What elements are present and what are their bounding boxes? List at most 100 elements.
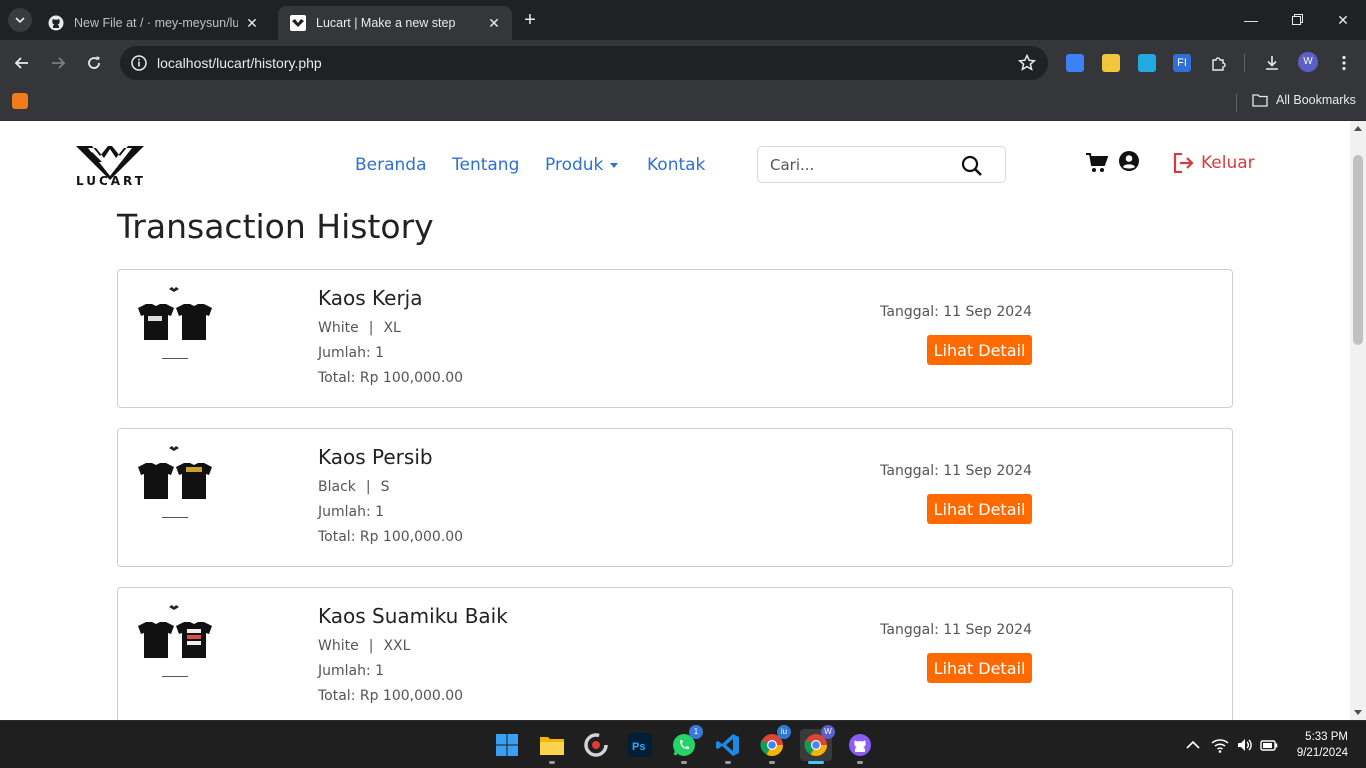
user-account-icon[interactable] — [1119, 151, 1139, 171]
site-info-icon[interactable] — [130, 54, 148, 72]
nav-kontak[interactable]: Kontak — [647, 155, 705, 175]
view-detail-button[interactable]: Lihat Detail — [927, 335, 1032, 365]
github-desktop-icon[interactable] — [844, 729, 876, 764]
xampp-bookmark-icon[interactable] — [12, 93, 28, 109]
running-indicator — [857, 761, 863, 764]
minimize-button[interactable]: — — [1236, 8, 1266, 32]
site-header: LUCART Beranda Tentang Produk Kontak Kel… — [0, 121, 1350, 207]
download-icon[interactable] — [1263, 54, 1281, 72]
close-window-button[interactable]: ✕ — [1328, 8, 1358, 32]
product-quantity: Jumlah: 1 — [318, 504, 385, 520]
bookmarks-bar: All Bookmarks — [0, 86, 1366, 121]
product-total: Total: Rp 100,000.00 — [318, 529, 464, 545]
search-icon[interactable] — [961, 155, 983, 177]
extension-docs-icon[interactable] — [1066, 54, 1084, 72]
bookmark-star-icon[interactable] — [1018, 54, 1036, 72]
view-detail-button[interactable]: Lihat Detail — [927, 494, 1032, 524]
scroll-up-arrow-icon[interactable] — [1354, 126, 1362, 131]
product-total: Total: Rp 100,000.00 — [318, 688, 464, 704]
product-name: Kaos Suamiku Baik — [318, 604, 508, 628]
restore-button[interactable] — [1282, 8, 1312, 32]
whatsapp-icon[interactable]: 1 — [668, 725, 703, 764]
transaction-card: Kaos Persib Black | S Jumlah: 1 Total: Rp … — [117, 428, 1233, 567]
github-icon — [48, 15, 64, 31]
product-quantity: Jumlah: 1 — [318, 663, 385, 679]
system-clock[interactable]: 5:33 PM 9/21/2024 — [1297, 729, 1348, 761]
restore-icon — [1291, 14, 1303, 25]
profile-badge: W — [821, 725, 835, 739]
product-size: S — [380, 479, 390, 495]
logout-button[interactable]: Keluar — [1173, 153, 1255, 173]
transaction-date: Tanggal: 11 Sep 2024 — [880, 463, 1032, 479]
folder-icon — [1252, 94, 1268, 107]
volume-icon[interactable] — [1236, 736, 1254, 754]
search-input[interactable] — [770, 155, 950, 175]
clock-time: 5:33 PM — [1305, 731, 1348, 743]
cart-icon[interactable] — [1086, 153, 1108, 173]
ccleaner-icon[interactable] — [580, 729, 612, 761]
all-bookmarks-label: All Bookmarks — [1276, 93, 1356, 107]
nav-tentang[interactable]: Tentang — [452, 155, 519, 175]
reload-icon — [88, 56, 100, 69]
caret-down-icon — [610, 162, 619, 168]
close-tab-icon[interactable]: ✕ — [486, 15, 502, 31]
back-button[interactable] — [10, 51, 34, 75]
nav-beranda[interactable]: Beranda — [355, 155, 427, 175]
variant-separator: | — [368, 638, 374, 654]
extension-fi-icon[interactable]: FI — [1173, 54, 1191, 72]
vscode-icon[interactable] — [712, 729, 744, 764]
variant-separator: | — [365, 479, 371, 495]
running-indicator — [725, 761, 731, 764]
transaction-date: Tanggal: 11 Sep 2024 — [880, 304, 1032, 320]
new-tab-button[interactable]: + — [518, 9, 542, 33]
running-indicator — [549, 761, 555, 764]
page-scrollbar[interactable] — [1350, 121, 1366, 720]
extensions-puzzle-icon[interactable] — [1210, 54, 1228, 72]
transaction-card: Kaos Suamiku Baik White | XXL Jumlah: 1 To… — [117, 587, 1233, 720]
nav-produk[interactable]: Produk — [545, 155, 619, 175]
close-tab-icon[interactable]: ✕ — [244, 15, 260, 31]
all-bookmarks-button[interactable]: All Bookmarks — [1252, 93, 1356, 107]
reload-button[interactable] — [82, 51, 106, 75]
windows-taskbar: Ps 1 iu W 5:33 PM 9/21/2024 — [0, 720, 1366, 768]
profile-avatar[interactable]: W — [1298, 52, 1318, 72]
variant-separator: | — [368, 320, 374, 336]
chevron-up-icon[interactable] — [1184, 736, 1202, 754]
address-bar[interactable]: localhost/lucart/history.php — [120, 46, 1048, 80]
toolbar-divider — [1244, 54, 1245, 72]
product-size: XL — [383, 320, 401, 336]
view-detail-button[interactable]: Lihat Detail — [927, 653, 1032, 683]
product-size: XXL — [383, 638, 411, 654]
scroll-down-arrow-icon[interactable] — [1354, 710, 1362, 715]
forward-button[interactable] — [46, 51, 70, 75]
extension-camera-icon[interactable] — [1138, 54, 1156, 72]
browser-tab-lucart[interactable]: Lucart | Make a new step ✕ — [278, 6, 512, 40]
arrow-left-icon — [14, 57, 28, 69]
arrow-right-icon — [52, 57, 66, 69]
lucart-favicon-icon — [290, 15, 306, 31]
transaction-date: Tanggal: 11 Sep 2024 — [880, 622, 1032, 638]
file-explorer-icon[interactable] — [536, 729, 568, 764]
product-quantity: Jumlah: 1 — [318, 345, 385, 361]
search-box — [757, 146, 1006, 183]
tab-search-button[interactable] — [8, 8, 32, 32]
running-indicator — [681, 761, 687, 764]
battery-icon[interactable] — [1260, 736, 1278, 754]
wifi-icon[interactable] — [1211, 736, 1229, 754]
url-text: localhost/lucart/history.php — [157, 55, 322, 71]
windows-start-icon[interactable] — [491, 729, 523, 761]
chrome-profile-icon[interactable]: iu — [756, 725, 791, 764]
scroll-thumb[interactable] — [1353, 155, 1363, 345]
page-viewport: LUCART Beranda Tentang Produk Kontak Kel… — [0, 121, 1366, 720]
svg-text:Ps: Ps — [632, 741, 645, 753]
chrome-active-icon[interactable]: W — [800, 725, 835, 764]
product-variant: White | XXL — [318, 638, 410, 654]
clock-date: 9/21/2024 — [1296, 747, 1348, 759]
product-name: Kaos Persib — [318, 445, 433, 469]
profile-badge: iu — [777, 725, 791, 739]
photoshop-icon[interactable]: Ps — [624, 729, 656, 761]
more-menu-icon[interactable] — [1335, 54, 1353, 72]
browser-tab-github[interactable]: New File at / · mey-meysun/lucart ✕ — [36, 6, 270, 40]
running-indicator — [808, 761, 824, 764]
extension-folder-icon[interactable] — [1102, 54, 1120, 72]
